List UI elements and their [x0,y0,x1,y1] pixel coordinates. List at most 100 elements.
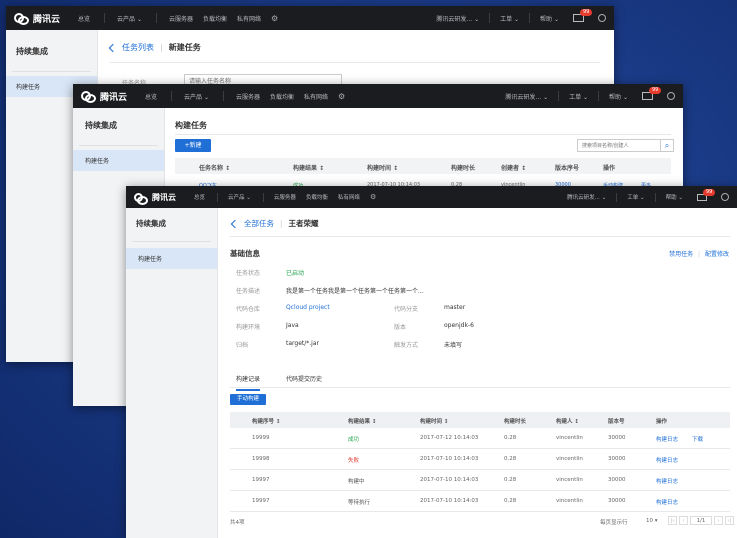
disable-task-link[interactable]: 禁用任务 [669,251,693,258]
gear-icon[interactable]: ⚙ [271,14,278,23]
col-build-id[interactable]: 构建序号 ↕ [252,417,281,425]
search-icon[interactable]: ⌕ [661,139,674,152]
mail-icon[interactable]: 99 [697,188,716,201]
nav-cvm[interactable]: 云服务器 [236,92,260,101]
breadcrumb-current: 新建任务 [168,43,201,52]
tab-build-records[interactable]: 构建记录 [236,374,261,391]
account-menu[interactable]: 腾讯云研发... ⌄ [436,14,479,23]
build-table: 构建序号 ↕ 构建结果 ↕ 构建时间 ↕ 构建时长 构建人 ↕ 版本号 操作 1… [230,412,730,512]
logo[interactable]: 腾讯云 [81,90,127,103]
breadcrumb-all-tasks[interactable]: 全部任务 [244,218,274,229]
nav-overview[interactable]: 总览 [194,193,205,201]
search-box: ⌕ [577,139,674,152]
page-indicator[interactable]: 1/1 [690,516,712,525]
logo[interactable]: 腾讯云 [134,192,176,205]
breadcrumb-task-list[interactable]: 任务列表 [122,42,154,53]
topbar: 腾讯云 总览 云产品 ⌄ 云服务器 负载均衡 私有网络 ⚙ 腾讯云研发... ⌄… [6,6,614,30]
sidebar-item-build-tasks[interactable]: 构建任务 [126,248,217,269]
back-arrow-icon[interactable] [230,219,240,228]
nav-vpc[interactable]: 私有网络 [304,92,328,101]
breadcrumb: 全部任务 | 王者荣耀 [230,218,319,229]
breadcrumb: 任务列表 | 新建任务 [108,42,201,53]
next-page-button[interactable]: › [714,516,723,525]
download-link[interactable]: 下载 [692,435,703,443]
section-title: 基础信息 [230,249,260,258]
last-page-button[interactable]: ›| [725,516,734,525]
nav-vpc[interactable]: 私有网络 [338,193,360,201]
page-size-select[interactable]: 10 ▾ [646,518,658,524]
logo[interactable]: 腾讯云 [14,12,60,25]
basic-info: 任务状态 已启动 任务描述 我是第一个任务我是第一个任务第一个任务第一个... … [236,270,474,349]
page-title: 构建任务 [175,121,207,130]
nav-overview[interactable]: 总览 [78,14,90,23]
message-count-badge: 99 [703,188,716,196]
nav-clb[interactable]: 负载均衡 [203,14,227,23]
task-description: 我是第一个任务我是第一个任务第一个任务第一个... [286,288,424,295]
col-build-result[interactable]: 构建结果 ↕ [293,163,324,172]
topbar: 腾讯云 总览 云产品 ⌄ 云服务器 负载均衡 私有网络 ⚙ 腾讯云研发... ⌄… [73,84,683,108]
build-table-header: 构建序号 ↕ 构建结果 ↕ 构建时间 ↕ 构建时长 构建人 ↕ 版本号 操作 [230,412,730,428]
col-builder[interactable]: 构建人 ↕ [556,417,579,425]
clock-icon[interactable] [667,92,675,100]
col-build-duration: 构建时长 [451,165,476,172]
build-log-link[interactable]: 构建日志 [656,498,678,506]
pagination: |‹ ‹ 1/1 › ›| [668,516,734,525]
col-build-result[interactable]: 构建结果 ↕ [348,417,377,425]
total-count: 共4项 [230,520,245,526]
new-task-button[interactable]: +新建 [175,139,211,152]
col-build-time[interactable]: 构建时间 ↕ [367,163,398,172]
col-creator[interactable]: 创建者 ↕ [501,163,526,172]
cloud-logo-icon [134,192,148,205]
tab-commit-history[interactable]: 代码提交历史 [286,374,322,383]
first-page-button[interactable]: |‹ [668,516,677,525]
table-row: 19999 成功 2017-07-12 10:14:03 0.28 vincen… [230,428,730,449]
nav-products[interactable]: 云产品 ⌄ [228,193,251,201]
message-count-badge: 99 [580,9,593,16]
clock-icon[interactable] [721,193,729,201]
col-task-name[interactable]: 任务名称 ↕ [199,163,230,172]
search-input[interactable] [577,139,661,152]
gear-icon[interactable]: ⚙ [370,193,376,201]
mail-icon[interactable]: 99 [573,9,593,22]
help-menu[interactable]: 帮助 ⌄ [609,92,628,101]
nav-clb[interactable]: 负载均衡 [306,193,328,201]
edit-config-link[interactable]: 配置修改 [705,251,729,258]
code-repo-link[interactable]: Qcloud project [286,304,330,311]
help-menu[interactable]: 帮助 ⌄ [666,193,683,201]
nav-products[interactable]: 云产品 ⌄ [117,14,142,23]
col-version: 版本序号 [555,165,580,172]
account-menu[interactable]: 腾讯云研发... ⌄ [567,193,606,201]
sidebar-item-build-tasks[interactable]: 构建任务 [73,150,164,171]
back-arrow-icon[interactable] [108,43,118,52]
manual-build-button[interactable]: 手动构建 [230,394,266,405]
ticket-menu[interactable]: 工单 ⌄ [569,92,588,101]
ticket-menu[interactable]: 工单 ⌄ [500,14,519,23]
task-table-header: 任务名称 ↕ 构建结果 ↕ 构建时间 ↕ 构建时长 创建者 ↕ 版本序号 操作 [175,158,671,174]
topbar: 腾讯云 总览 云产品 ⌄ 云服务器 负载均衡 私有网络 ⚙ 腾讯云研发... ⌄… [126,186,737,208]
build-log-link[interactable]: 构建日志 [656,456,678,464]
nav-cvm[interactable]: 云服务器 [169,14,193,23]
mail-icon[interactable]: 99 [642,87,662,100]
nav-products[interactable]: 云产品 ⌄ [184,92,209,101]
gear-icon[interactable]: ⚙ [338,92,345,101]
ticket-menu[interactable]: 工单 ⌄ [627,193,644,201]
account-menu[interactable]: 腾讯云研发... ⌄ [505,92,548,101]
clock-icon[interactable] [598,14,606,22]
nav-clb[interactable]: 负载均衡 [270,92,294,101]
build-log-link[interactable]: 构建日志 [656,477,678,485]
cloud-logo-icon [14,13,29,25]
table-row: 19997 构建中 2017-07-10 10:14:03 0.28 vince… [230,470,730,491]
nav-cvm[interactable]: 云服务器 [274,193,296,201]
build-log-link[interactable]: 构建日志 [656,435,678,443]
nav-overview[interactable]: 总览 [145,92,157,101]
col-version: 版本号 [608,419,625,425]
sidebar-title: 持续集成 [16,47,48,56]
col-build-time[interactable]: 构建时间 ↕ [420,417,449,425]
info-actions: 禁用任务 | 配置修改 [669,251,729,258]
col-actions: 操作 [656,419,668,425]
help-menu[interactable]: 帮助 ⌄ [540,14,559,23]
nav-vpc[interactable]: 私有网络 [237,14,261,23]
table-row: 19998 失败 2017-07-10 10:14:03 0.28 vincen… [230,449,730,470]
prev-page-button[interactable]: ‹ [679,516,688,525]
sidebar: 持续集成 构建任务 [126,208,218,538]
